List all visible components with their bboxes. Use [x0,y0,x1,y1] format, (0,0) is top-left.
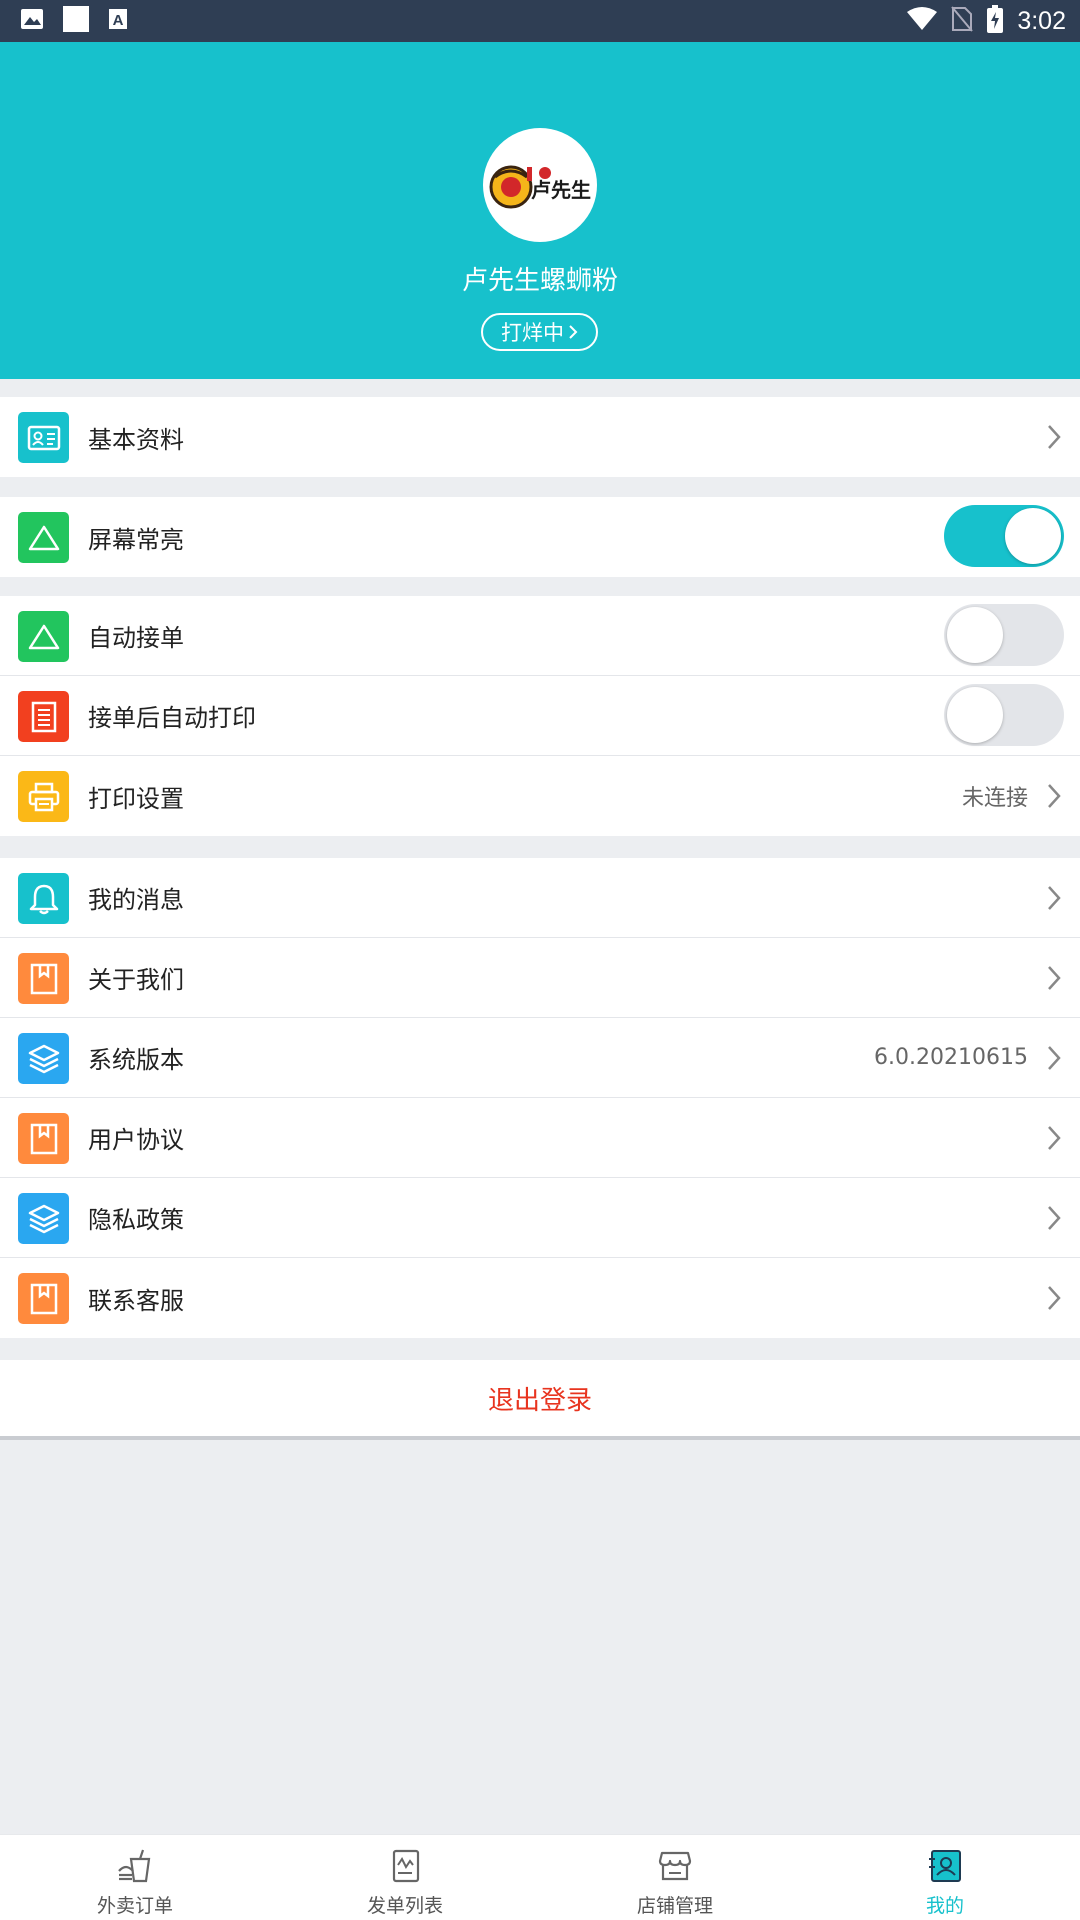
receipt-icon [18,691,69,742]
nav-dispatch-list[interactable]: 发单列表 [270,1835,540,1920]
chevron-right-icon [1048,1206,1061,1230]
row-label: 关于我们 [88,966,184,994]
toggle-knob [1005,508,1061,564]
row-label: 接单后自动打印 [88,704,256,732]
font-notification-icon: A [108,8,128,34]
row-basic-info[interactable]: 基本资料 [0,397,1080,477]
row-label: 系统版本 [88,1046,184,1074]
printer-icon [18,771,69,822]
row-privacy-policy[interactable]: 隐私政策 [0,1178,1080,1258]
clock: 3:02 [1017,6,1066,35]
no-sim-icon [951,6,974,36]
status-bar: A 3:02 [0,0,1080,42]
svg-text:卢先生: 卢先生 [531,178,591,202]
row-my-messages[interactable]: 我的消息 [0,858,1080,938]
row-contact-support[interactable]: 联系客服 [0,1258,1080,1338]
document-icon [392,1849,420,1883]
row-label: 隐私政策 [88,1206,184,1234]
row-user-agreement[interactable]: 用户协议 [0,1098,1080,1178]
triangle-icon [18,512,69,563]
row-label: 基本资料 [88,425,184,454]
group-info: 我的消息 关于我们 系统版本 6.0.20210615 用户协议 隐私政策 联系… [0,858,1080,1338]
row-about-us[interactable]: 关于我们 [0,938,1080,1018]
row-print-settings[interactable]: 打印设置 未连接 [0,756,1080,836]
row-label: 联系客服 [88,1286,184,1315]
chevron-right-icon [569,325,578,339]
version-number: 6.0.20210615 [874,1045,1028,1070]
toggle-knob [947,687,1003,743]
shop-avatar[interactable]: 卢先生 [483,128,597,242]
row-auto-print: 接单后自动打印 [0,676,1080,756]
nav-label: 外卖订单 [96,1895,173,1917]
nav-label: 店铺管理 [636,1895,713,1917]
shop-logo-icon: 卢先生 [489,165,591,209]
nav-store-management[interactable]: 店铺管理 [540,1835,810,1920]
business-status-button[interactable]: 打烊中 [481,313,598,351]
chevron-right-icon [1048,886,1061,910]
row-label: 屏幕常亮 [88,525,184,554]
nav-label: 我的 [925,1895,964,1917]
image-notification-icon [20,8,44,34]
row-keep-screen-on: 屏幕常亮 [0,497,1080,577]
profile-icon [929,1850,961,1882]
chevron-right-icon [1048,966,1061,990]
triangle-icon [18,611,69,662]
group-orders: 自动接单 接单后自动打印 打印设置 未连接 [0,596,1080,836]
row-auto-accept: 自动接单 [0,596,1080,676]
shop-name: 卢先生螺蛳粉 [461,266,618,296]
chevron-right-icon [1048,425,1061,449]
printer-status: 未连接 [961,786,1028,811]
id-card-icon [18,412,69,463]
auto-print-toggle[interactable] [944,684,1064,746]
auto-accept-toggle[interactable] [944,604,1064,666]
takeout-icon [118,1849,151,1883]
bell-icon [18,873,69,924]
row-label: 我的消息 [88,886,184,914]
bookmark-icon [18,953,69,1004]
business-status-label: 打烊中 [501,321,564,345]
chevron-right-icon [1048,1126,1061,1150]
group-screen: 屏幕常亮 [0,497,1080,577]
chevron-right-icon [1048,1286,1061,1310]
chevron-right-icon [1048,784,1061,808]
nav-mine[interactable]: 我的 [810,1835,1080,1920]
layers-icon [18,1033,69,1084]
nav-label: 发单列表 [366,1895,443,1917]
nav-takeout-orders[interactable]: 外卖订单 [0,1835,270,1920]
row-label: 自动接单 [88,624,184,652]
blank-notification-icon [62,5,90,37]
bookmark-icon [18,1113,69,1164]
store-icon [658,1851,692,1881]
bookmark-icon [18,1273,69,1324]
group-basic: 基本资料 [0,397,1080,477]
toggle-knob [947,607,1003,663]
profile-header: 卢先生 卢先生螺蛳粉 打烊中 [0,42,1080,379]
svg-text:A: A [113,12,124,29]
bottom-nav: 外卖订单 发单列表 店铺管理 我的 [0,1834,1080,1920]
chevron-right-icon [1048,1046,1061,1070]
battery-charging-icon [987,5,1004,37]
keep-screen-on-toggle[interactable] [944,505,1064,567]
layers-icon [18,1193,69,1244]
wifi-icon [907,7,938,35]
row-label: 打印设置 [88,784,184,813]
row-label: 用户协议 [88,1126,184,1154]
logout-button[interactable]: 退出登录 [0,1360,1080,1440]
row-system-version[interactable]: 系统版本 6.0.20210615 [0,1018,1080,1098]
